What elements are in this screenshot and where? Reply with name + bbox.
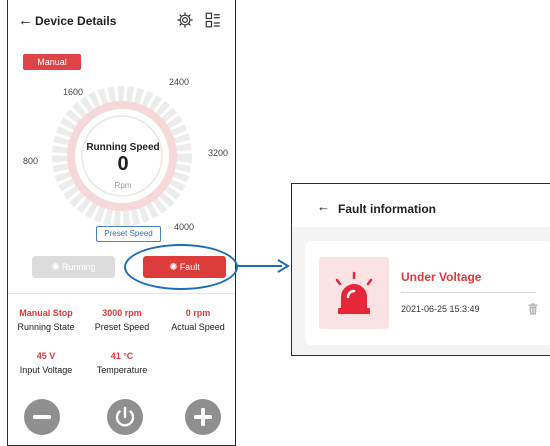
fault-item[interactable]: Under Voltage 2021-06-25 15:3:49 bbox=[305, 241, 550, 345]
back-arrow-icon[interactable]: ← bbox=[18, 13, 33, 28]
stat-value: 0 rpm bbox=[185, 308, 211, 318]
stat-temperature: 41 °C Temperature bbox=[84, 351, 160, 375]
stat-label: Running State bbox=[17, 322, 75, 332]
stat-label: Preset Speed bbox=[94, 322, 150, 332]
device-details-screen: ← Device Details Manual 0 800 1600 2400 … bbox=[7, 0, 236, 446]
stat-input-voltage: 45 V Input Voltage bbox=[8, 351, 84, 375]
stat-label: Temperature bbox=[96, 365, 148, 375]
stat-value: 41 °C bbox=[110, 351, 134, 361]
gauge-value: 0 bbox=[117, 153, 129, 175]
gauge-tick-800: 800 bbox=[23, 156, 39, 166]
page-title: Device Details bbox=[35, 14, 117, 28]
fault-name: Under Voltage bbox=[401, 270, 482, 284]
gauge-label: Running Speed bbox=[86, 142, 160, 153]
power-icon bbox=[115, 406, 135, 427]
stat-label: Input Voltage bbox=[19, 365, 73, 375]
header: ← Device Details bbox=[8, 0, 235, 42]
fault-list: Under Voltage 2021-06-25 15:3:49 bbox=[292, 227, 550, 355]
gear-icon[interactable] bbox=[176, 11, 194, 29]
gauge-unit: Rpm bbox=[114, 181, 132, 190]
running-button-label: Running bbox=[61, 262, 96, 272]
gauge-tick-1600: 1600 bbox=[63, 87, 84, 97]
gauge-tick-4000: 4000 bbox=[174, 222, 195, 232]
increase-speed-button[interactable] bbox=[185, 399, 221, 435]
fault-information-screen: ← Fault information Under Voltage 2021-0… bbox=[291, 183, 550, 356]
gauge-tick-3200: 3200 bbox=[208, 148, 229, 158]
stat-value: 45 V bbox=[36, 351, 56, 361]
list-view-icon[interactable] bbox=[204, 11, 222, 29]
stat-running-state: Manual Stop Running State bbox=[8, 308, 84, 332]
stat-value: 3000 rpm bbox=[102, 308, 142, 318]
stat-actual-speed: 0 rpm Actual Speed bbox=[160, 308, 235, 332]
running-button[interactable]: ✺ Running bbox=[32, 256, 115, 278]
decrease-speed-button[interactable] bbox=[24, 399, 60, 435]
alarm-siren-icon bbox=[335, 271, 373, 314]
gauge-tick-2400: 2400 bbox=[169, 77, 190, 87]
divider bbox=[401, 292, 536, 293]
mode-badge[interactable]: Manual bbox=[23, 54, 81, 70]
fault-button-highlight bbox=[124, 244, 238, 290]
preset-speed-button[interactable]: Preset Speed bbox=[96, 226, 161, 242]
trash-icon[interactable] bbox=[527, 303, 539, 315]
divider bbox=[8, 293, 235, 294]
back-arrow-icon[interactable]: ← bbox=[317, 200, 330, 213]
fault-timestamp: 2021-06-25 15:3:49 bbox=[401, 304, 480, 314]
minus-icon bbox=[33, 415, 51, 419]
alarm-box bbox=[319, 257, 389, 329]
stat-preset-speed: 3000 rpm Preset Speed bbox=[84, 308, 160, 332]
plus-icon bbox=[194, 408, 212, 426]
power-button[interactable] bbox=[107, 399, 143, 435]
stat-label: Actual Speed bbox=[171, 322, 225, 332]
arrow-right-icon bbox=[236, 259, 290, 273]
alarm-light-icon: ✺ bbox=[51, 262, 60, 273]
fault-page-title: Fault information bbox=[338, 202, 436, 216]
stat-value: Manual Stop bbox=[19, 308, 73, 318]
